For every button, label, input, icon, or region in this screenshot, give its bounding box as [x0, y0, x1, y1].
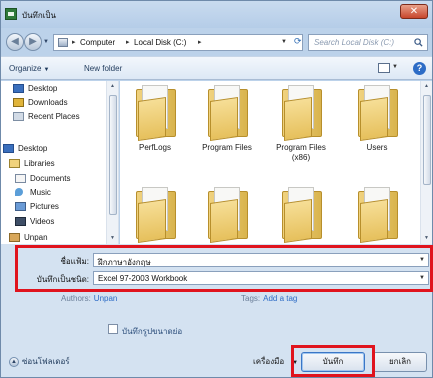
folder-item[interactable]	[124, 187, 186, 244]
nav-pane-scrollbar[interactable]: ▲ ▼	[106, 81, 118, 244]
tags-value: Add a tag	[263, 294, 298, 303]
scroll-down-icon[interactable]: ▼	[424, 235, 429, 241]
scrollbar-thumb[interactable]	[423, 95, 431, 185]
authors-value: Unpan	[93, 294, 118, 303]
tools-label: เครื่องมือ	[253, 357, 285, 366]
breadcrumb-separator-icon[interactable]: ▸	[126, 38, 130, 46]
collapse-icon: ▲	[9, 356, 19, 367]
desktop-icon	[13, 84, 24, 93]
dialog-footer: ▲ ซ่อนโฟลเดอร์ เครื่องมือ ▼ บันทึก ยกเลิก	[1, 344, 432, 377]
folder-item[interactable]: Program Files (x86)	[270, 85, 332, 165]
folder-icon	[282, 85, 322, 141]
folder-item[interactable]	[270, 187, 332, 244]
scroll-down-icon[interactable]: ▼	[110, 235, 115, 241]
folder-label: Users	[366, 143, 388, 152]
highlight-box-fields	[15, 245, 433, 292]
address-bar[interactable]: ▸ Computer ▸ Local Disk (C:) ▸ ▼ ⟳	[53, 34, 303, 51]
file-pane-scrollbar[interactable]: ▲ ▼	[420, 81, 432, 244]
help-icon[interactable]: ?	[413, 62, 426, 75]
folder-label: Program Files	[202, 143, 252, 152]
cancel-button[interactable]: ยกเลิก	[373, 352, 427, 372]
nav-item-label: Recent Places	[28, 112, 80, 121]
folder-label: PerfLogs	[138, 143, 172, 152]
scroll-up-icon[interactable]: ▲	[110, 83, 115, 89]
tags-field[interactable]: Tags: Add a tag	[241, 294, 297, 303]
videos-icon	[15, 217, 26, 226]
nav-item-label: Downloads	[28, 98, 68, 107]
breadcrumb-local-disk[interactable]: Local Disk (C:)	[134, 38, 186, 47]
organize-menu[interactable]: Organize ▼	[9, 64, 49, 73]
file-list-pane: PerfLogs Program Files Program Files (x8…	[120, 81, 432, 244]
hide-folders-button[interactable]: ▲ ซ่อนโฟลเดอร์	[9, 355, 70, 368]
nav-item-label: Videos	[30, 217, 55, 226]
highlight-box-save	[291, 345, 375, 377]
folder-icon	[208, 85, 248, 141]
change-view-icon[interactable]	[378, 63, 390, 73]
address-dropdown-icon[interactable]: ▼	[281, 39, 287, 45]
new-folder-button[interactable]: New folder	[84, 64, 122, 73]
navigation-pane: Desktop Downloads Recent Places Desktop …	[1, 81, 119, 244]
forward-button[interactable]: ▶	[24, 33, 42, 51]
folder-icon	[358, 187, 398, 243]
title-bar: บันทึกเป็น ✕	[1, 1, 432, 28]
window-title: บันทึกเป็น	[22, 11, 56, 20]
folder-item[interactable]: Users	[346, 85, 408, 165]
address-row: ◀ ▶ ▼ ▸ Computer ▸ Local Disk (C:) ▸ ▼ ⟳…	[1, 28, 432, 54]
nav-item-label: Desktop	[28, 84, 58, 93]
folder-icon	[136, 85, 176, 141]
view-options-dropdown-icon[interactable]: ▼	[392, 64, 398, 70]
desktop-icon	[3, 144, 14, 153]
recent-locations-dropdown[interactable]: ▼	[43, 39, 49, 45]
libraries-icon	[9, 159, 20, 168]
folder-icon	[208, 187, 248, 243]
save-thumbnail-checkbox[interactable]	[108, 324, 118, 334]
save-thumbnail-label: บันทึกรูปขนาดย่อ	[122, 327, 183, 336]
save-as-dialog: บันทึกเป็น ✕ ◀ ▶ ▼ ▸ Computer ▸ Local Di…	[0, 0, 433, 378]
folder-item[interactable]	[346, 187, 408, 244]
nav-item-label: Desktop	[18, 144, 48, 153]
tags-label: Tags:	[241, 294, 261, 303]
music-icon	[15, 188, 23, 196]
excel-app-icon	[5, 8, 17, 20]
nav-item-label: Documents	[30, 174, 71, 183]
command-toolbar: Organize ▼ New folder ▼ ?	[1, 56, 432, 80]
folder-label: Program Files (x86)	[276, 143, 326, 162]
documents-icon	[15, 174, 26, 183]
close-button[interactable]: ✕	[400, 4, 428, 19]
back-button[interactable]: ◀	[6, 33, 24, 51]
search-placeholder: Search Local Disk (C:)	[314, 38, 395, 47]
breadcrumb-computer[interactable]: Computer	[80, 38, 115, 47]
search-input[interactable]: Search Local Disk (C:)	[308, 34, 428, 51]
folder-icon	[282, 187, 322, 243]
folder-icon	[136, 187, 176, 243]
breadcrumb-separator-icon[interactable]: ▸	[72, 38, 76, 46]
folder-item[interactable]: PerfLogs	[124, 85, 186, 165]
chevron-down-icon: ▼	[43, 67, 50, 73]
scroll-up-icon[interactable]: ▲	[424, 83, 429, 89]
nav-item-label: Music	[30, 188, 51, 197]
folder-icon	[358, 85, 398, 141]
nav-item-label: Pictures	[30, 202, 59, 211]
pictures-icon	[15, 202, 26, 211]
scrollbar-thumb[interactable]	[109, 95, 117, 215]
downloads-icon	[13, 98, 24, 107]
search-icon[interactable]	[414, 38, 423, 47]
folder-item[interactable]	[196, 187, 258, 244]
organize-label: Organize	[9, 64, 42, 73]
authors-label: Authors:	[61, 294, 91, 303]
recent-places-icon	[13, 112, 24, 121]
nav-item-label: Libraries	[24, 159, 55, 168]
save-form: ชื่อแฟ้ม: ฝึกภาษาอังกฤษ ▼ บันทึกเป็นชนิด…	[1, 244, 433, 377]
folder-item[interactable]: Program Files	[196, 85, 258, 165]
breadcrumb-separator-icon[interactable]: ▸	[198, 38, 202, 46]
nav-item-label: Unpan	[24, 233, 48, 242]
hide-folders-label: ซ่อนโฟลเดอร์	[22, 357, 70, 366]
refresh-icon[interactable]: ⟳	[294, 36, 304, 49]
computer-icon	[58, 38, 68, 47]
user-folder-icon	[9, 233, 20, 242]
authors-field[interactable]: Authors: Unpan	[61, 294, 117, 303]
